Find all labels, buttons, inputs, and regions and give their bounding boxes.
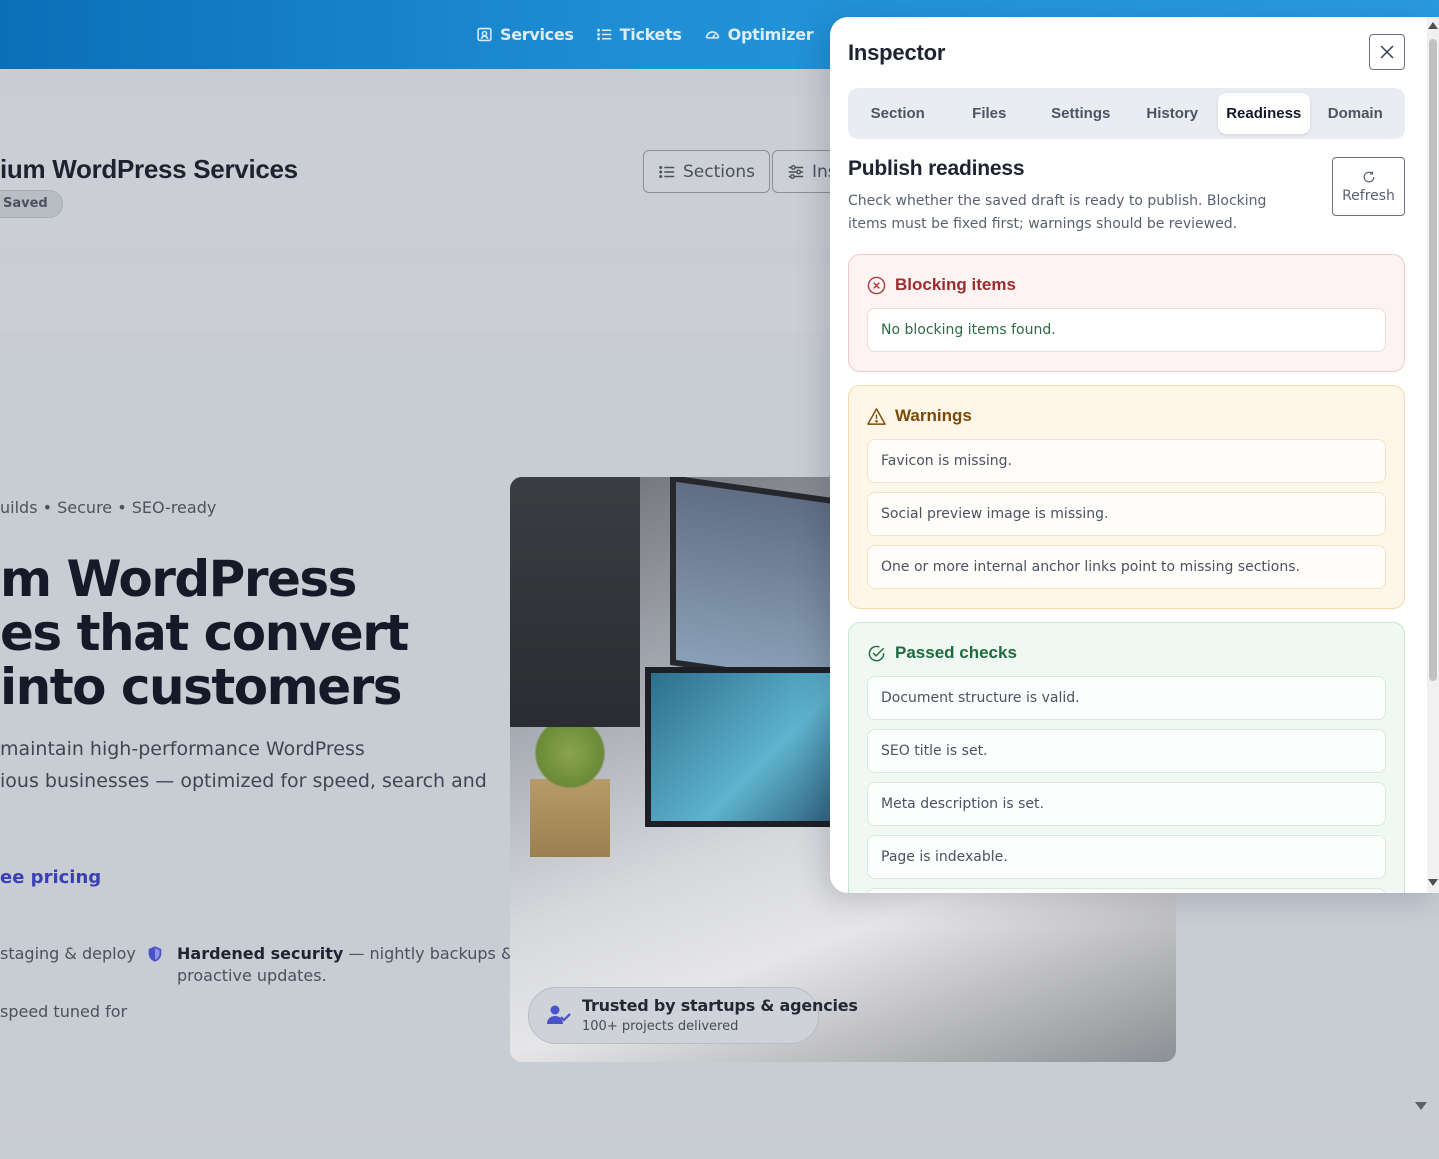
- hero-headline-line: m WordPress: [0, 550, 357, 608]
- hero-subtext-line: ious businesses — optimized for speed, s…: [0, 770, 487, 792]
- tab-settings[interactable]: Settings: [1035, 93, 1127, 134]
- tab-readiness[interactable]: Readiness: [1218, 93, 1310, 134]
- warning-triangle-icon: [867, 407, 886, 425]
- tab-domain[interactable]: Domain: [1310, 93, 1402, 134]
- tab-section[interactable]: Section: [852, 93, 944, 134]
- hero-eyebrow: uilds • Secure • SEO-ready: [0, 498, 217, 517]
- list-item: SEO title is set.: [867, 729, 1386, 773]
- photo-laptop: [645, 667, 845, 827]
- warnings-heading-label: Warnings: [895, 406, 972, 425]
- feature-staging: staging & deploy: [0, 944, 136, 963]
- page-title: ium WordPress Services: [0, 154, 298, 184]
- feature-security-text: — nightly backups &: [343, 944, 514, 963]
- refresh-button[interactable]: Refresh: [1332, 157, 1405, 216]
- next-section: [0, 1135, 1439, 1159]
- services-icon: [477, 27, 492, 42]
- list-item: [867, 888, 1386, 893]
- inspector-title: Inspector: [848, 40, 946, 65]
- list-icon: [659, 165, 675, 178]
- passed-checks-card: Passed checks Document structure is vali…: [848, 622, 1405, 893]
- photo-monitor: [670, 477, 840, 689]
- gauge-icon: [705, 31, 719, 39]
- list-item: Page is indexable.: [867, 835, 1386, 879]
- readiness-description: Check whether the saved draft is ready t…: [848, 193, 1267, 232]
- sliders-icon: [788, 164, 804, 179]
- sections-button[interactable]: Sections: [643, 150, 771, 193]
- trust-title: Trusted by startups & agencies: [582, 996, 858, 1015]
- hero-subtext: maintain high-performance WordPress ious…: [0, 733, 487, 797]
- inspector-panel: Inspector Section Files Settings History…: [830, 17, 1439, 893]
- status-badge: Saved: [0, 190, 63, 218]
- hero-headline-line: es that convert: [0, 604, 409, 662]
- scrollbar-thumb[interactable]: [1429, 39, 1437, 681]
- close-icon: [1380, 45, 1394, 59]
- nav-services[interactable]: Services: [476, 25, 574, 44]
- close-button[interactable]: [1369, 34, 1405, 70]
- hero-subtext-line: maintain high-performance WordPress: [0, 738, 365, 760]
- passed-heading-label: Passed checks: [895, 643, 1017, 662]
- user-check-icon: [547, 1005, 571, 1024]
- list-item: Favicon is missing.: [867, 439, 1386, 483]
- nav-tickets-label: Tickets: [619, 25, 682, 44]
- refresh-icon: [1363, 170, 1374, 182]
- warnings-heading: Warnings: [867, 406, 972, 426]
- sections-button-label: Sections: [683, 161, 756, 182]
- warnings-card: Warnings Favicon is missing. Social prev…: [848, 385, 1405, 609]
- list-item: Social preview image is missing.: [867, 492, 1386, 536]
- photo-monitor: [510, 477, 640, 727]
- feature-speed: speed tuned for: [0, 1002, 128, 1021]
- check-circle-icon: [868, 645, 885, 661]
- nav-optimizer-label: Optimizer: [727, 25, 814, 44]
- feature-security-text: proactive updates.: [177, 966, 327, 985]
- blocking-heading-label: Blocking items: [895, 275, 1016, 294]
- shield-icon: [148, 946, 162, 962]
- blocking-items-card: Blocking items No blocking items found.: [848, 254, 1405, 372]
- x-circle-icon: [867, 276, 886, 294]
- feature-security-title: Hardened security: [177, 944, 344, 963]
- trust-subtitle: 100+ projects delivered: [582, 1019, 739, 1034]
- nav-optimizer[interactable]: Optimizer: [704, 25, 814, 44]
- see-pricing-link[interactable]: ee pricing: [0, 867, 101, 888]
- tab-files[interactable]: Files: [944, 93, 1036, 134]
- refresh-label: Refresh: [1342, 187, 1395, 204]
- tab-history[interactable]: History: [1127, 93, 1219, 134]
- passed-heading: Passed checks: [867, 643, 1017, 663]
- inspector-tabs: Section Files Settings History Readiness…: [848, 88, 1405, 139]
- readiness-title: Publish readiness: [848, 157, 1025, 180]
- top-nav: Services Tickets Optimizer A: [476, 0, 872, 69]
- scroll-down-arrow[interactable]: [1428, 879, 1438, 886]
- list-item: One or more internal anchor links point …: [867, 545, 1386, 589]
- list-item: Meta description is set.: [867, 782, 1386, 826]
- panel-scrollbar[interactable]: [1427, 17, 1439, 893]
- hero-headline: m WordPress es that convert into custome…: [0, 550, 409, 716]
- nav-tickets[interactable]: Tickets: [596, 25, 682, 44]
- photo-plant: [530, 727, 610, 857]
- list-item: Document structure is valid.: [867, 676, 1386, 720]
- page-scroll-down-arrow[interactable]: [1415, 1102, 1427, 1110]
- feature-security: Hardened security — nightly backups & pr…: [177, 943, 513, 987]
- list-icon: [596, 28, 611, 41]
- blocking-heading: Blocking items: [867, 275, 1016, 295]
- hero-headline-line: into customers: [0, 658, 403, 716]
- nav-services-label: Services: [500, 25, 574, 44]
- scroll-up-arrow[interactable]: [1428, 22, 1438, 29]
- list-item: No blocking items found.: [867, 308, 1386, 352]
